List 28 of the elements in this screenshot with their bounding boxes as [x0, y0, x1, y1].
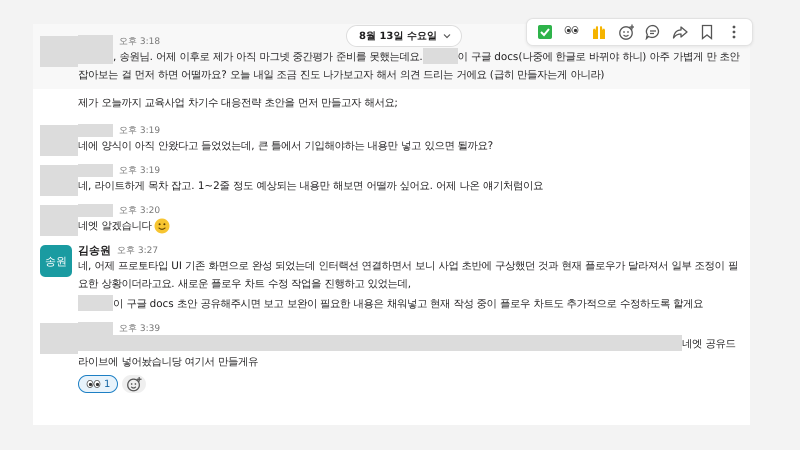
message-text: 네에 양식이 아직 안왔다고 들었었는데, 큰 틀에서 기입해야하는 내용만 넣고 있으면 될까요? — [78, 139, 494, 154]
timestamp[interactable]: 오후 3:20 — [119, 204, 160, 216]
date-dropdown[interactable]: 8월 13일 수요일 — [346, 25, 462, 47]
sender-name[interactable]: 김송원 — [78, 242, 111, 258]
timestamp[interactable]: 오후 3:19 — [119, 164, 160, 176]
add-reaction-button[interactable] — [122, 375, 146, 393]
message-text: , 송원님. 어제 이후로 제가 아직 마그넷 중간평가 준비를 못했는데요. 이 구글 docs(나중에 한글로 바뀌야 하니) 아주 가볍게 만 초안 잡아보는 걸 먼저 하면 어떨까요? 오늘 내일 조금 진도 나가보고자 해서 의견 드리는 거에요 (급히 만들자는게 아니라) — [78, 48, 742, 84]
message-text: 네, 라이트하게 목차 잡고. 1~2줄 정도 예상되는 내용만 해보면 어떨까 싶어요. 어제 나온 얘기처럼이요 — [78, 179, 543, 194]
message-text: 네엣 알겠습니다 — [78, 219, 152, 234]
reaction-button[interactable]: 1 — [78, 375, 118, 393]
user-avatar[interactable]: 송원 — [40, 245, 72, 277]
check-icon[interactable] — [537, 24, 553, 40]
add-reaction-icon — [126, 376, 142, 392]
add-reaction-icon[interactable] — [618, 24, 634, 40]
eyes-icon — [86, 378, 101, 390]
caret-icon — [442, 33, 451, 39]
message-text: 네, 어제 프로토타입 UI 기존 화면으로 완성 되었는데 인터랙션 연결하면서 보니 사업 초반에 구상했던 것과 현재 플로우가 달라져서 일부 조정이 필요한 상황이더라고요. 새로운 플로우 차트 수정 작업을 진행하고 있었는데, — [78, 259, 740, 292]
timestamp[interactable]: 오후 3:19 — [119, 124, 160, 136]
share-icon[interactable] — [672, 24, 688, 40]
bookmark-icon[interactable] — [699, 24, 715, 40]
timestamp[interactable]: 오후 3:27 — [117, 244, 158, 256]
smiley-icon — [154, 218, 170, 234]
message-text: 네엣 공유드라이브에 넣어놨습니당 여기서 만들게유 — [78, 335, 742, 371]
timestamp[interactable]: 오후 3:39 — [119, 322, 160, 334]
timestamp[interactable]: 오후 3:18 — [119, 34, 160, 48]
message-text: 제가 오늘까지 교육사업 차기수 대응전략 초안을 먼저 만들고자 해서요; — [78, 96, 398, 111]
comment-icon[interactable] — [645, 24, 661, 40]
message-text: 이 구글 docs 초안 공유해주시면 보고 보완이 필요한 내용은 채워넣고 현재 작성 중이 플로우 차트도 추가적으로 수정하도록 할게요 — [78, 295, 704, 313]
